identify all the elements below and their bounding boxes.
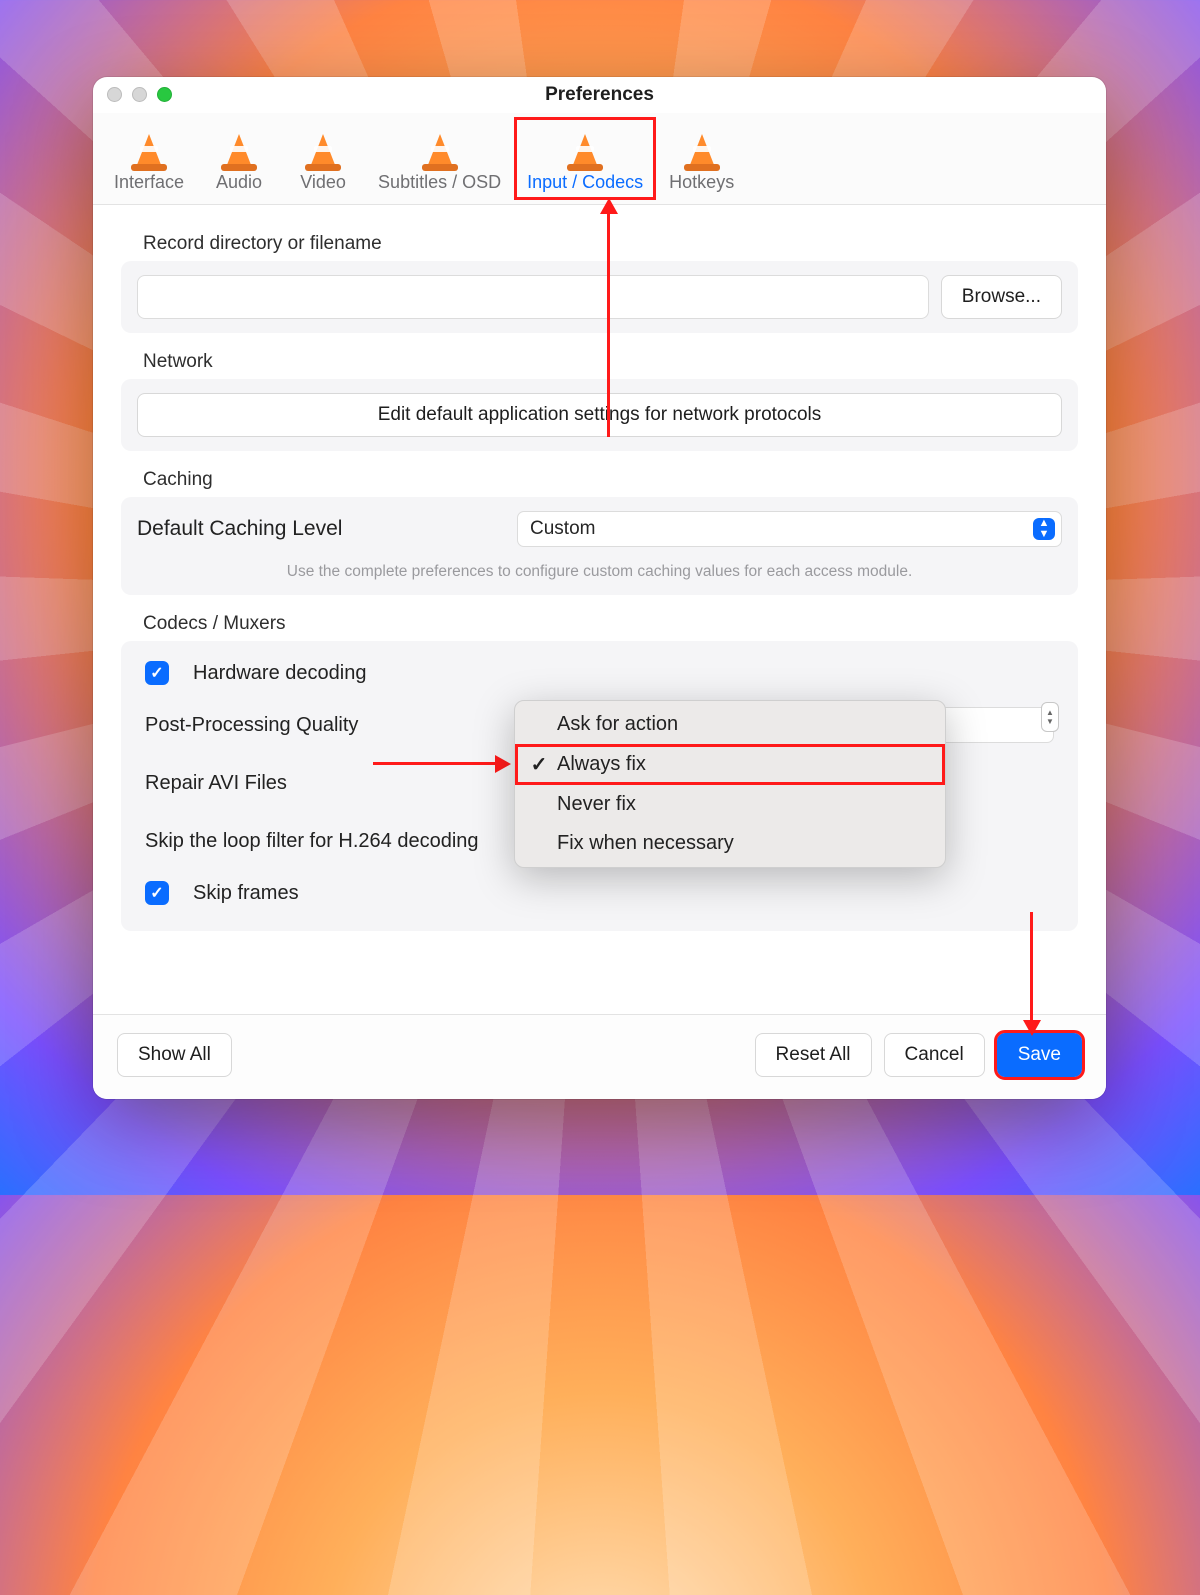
minimize-window-button[interactable] <box>132 87 147 102</box>
network-section-title: Network <box>143 351 1078 373</box>
cone-headphones-icon <box>210 124 268 170</box>
skip-loop-filter-label: Skip the loop filter for H.264 decoding <box>145 830 525 853</box>
close-window-button[interactable] <box>107 87 122 102</box>
edit-network-protocols-button[interactable]: Edit default application settings for ne… <box>137 393 1062 437</box>
cancel-button[interactable]: Cancel <box>884 1033 985 1077</box>
repair-avi-option-ask[interactable]: Ask for action <box>515 705 945 744</box>
cone-icon <box>120 124 178 170</box>
tab-input-codecs[interactable]: Input / Codecs <box>514 117 656 200</box>
record-section-title: Record directory or filename <box>143 233 1078 255</box>
tab-label: Hotkeys <box>669 172 734 193</box>
repair-avi-label: Repair AVI Files <box>145 772 525 795</box>
preferences-toolbar: Interface Audio Video Subtitles / OSD In… <box>93 113 1106 205</box>
annotation-arrow <box>607 212 610 437</box>
option-label: Ask for action <box>557 713 678 736</box>
repair-avi-option-always-fix[interactable]: ✓ Always fix <box>515 744 945 785</box>
repair-avi-dropdown: Ask for action ✓ Always fix Never fix Fi… <box>514 700 946 868</box>
hardware-decoding-label: Hardware decoding <box>193 662 366 685</box>
repair-avi-option-never-fix[interactable]: Never fix <box>515 785 945 824</box>
cone-board-icon <box>411 124 469 170</box>
tab-video[interactable]: Video <box>281 117 365 200</box>
record-section: Record directory or filename Browse... <box>121 233 1078 333</box>
tab-subtitles-osd[interactable]: Subtitles / OSD <box>365 117 514 200</box>
titlebar: Preferences <box>93 77 1106 113</box>
window-title: Preferences <box>545 84 654 106</box>
preferences-content: Record directory or filename Browse... N… <box>93 205 1106 1014</box>
tab-label: Audio <box>216 172 262 193</box>
option-label: Fix when necessary <box>557 832 734 855</box>
window-controls <box>107 87 172 102</box>
preferences-footer: Show All Reset All Cancel Save <box>93 1014 1106 1099</box>
hardware-decoding-checkbox[interactable]: ✓ <box>145 661 169 685</box>
tab-label: Interface <box>114 172 184 193</box>
post-processing-quality-label: Post-Processing Quality <box>145 714 525 737</box>
caching-section: Caching Default Caching Level Custom ▲▼ … <box>121 469 1078 595</box>
caching-level-value: Custom <box>530 518 595 540</box>
preferences-window: Preferences Interface Audio Video Subtit… <box>93 77 1106 1099</box>
cone-clapper-icon <box>294 124 352 170</box>
save-button[interactable]: Save <box>997 1033 1082 1077</box>
annotation-arrow <box>1030 912 1033 1022</box>
browse-button[interactable]: Browse... <box>941 275 1062 319</box>
check-icon: ✓ <box>529 752 549 777</box>
caching-level-label: Default Caching Level <box>137 517 517 541</box>
repair-avi-option-fix-when-necessary[interactable]: Fix when necessary <box>515 824 945 863</box>
codecs-section-title: Codecs / Muxers <box>143 613 1078 635</box>
tab-interface[interactable]: Interface <box>101 117 197 200</box>
tab-label: Subtitles / OSD <box>378 172 501 193</box>
option-label: Never fix <box>557 793 636 816</box>
skip-frames-label: Skip frames <box>193 882 299 905</box>
caching-level-select[interactable]: Custom ▲▼ <box>517 511 1062 547</box>
network-section: Network Edit default application setting… <box>121 351 1078 451</box>
show-all-button[interactable]: Show All <box>117 1033 232 1077</box>
caching-hint: Use the complete preferences to configur… <box>137 563 1062 581</box>
caching-section-title: Caching <box>143 469 1078 491</box>
cone-cables-icon <box>556 124 614 170</box>
chevron-updown-icon: ▲▼ <box>1033 518 1055 540</box>
reset-all-button[interactable]: Reset All <box>755 1033 872 1077</box>
tab-audio[interactable]: Audio <box>197 117 281 200</box>
tab-label: Input / Codecs <box>527 172 643 193</box>
tab-label: Video <box>300 172 346 193</box>
record-path-input[interactable] <box>137 275 929 319</box>
annotation-arrow <box>373 762 497 765</box>
stepper-updown-icon: ▲▼ <box>1041 702 1059 732</box>
zoom-window-button[interactable] <box>157 87 172 102</box>
skip-frames-checkbox[interactable]: ✓ <box>145 881 169 905</box>
option-label: Always fix <box>557 753 646 776</box>
tab-hotkeys[interactable]: Hotkeys <box>656 117 747 200</box>
cone-keys-icon <box>673 124 731 170</box>
